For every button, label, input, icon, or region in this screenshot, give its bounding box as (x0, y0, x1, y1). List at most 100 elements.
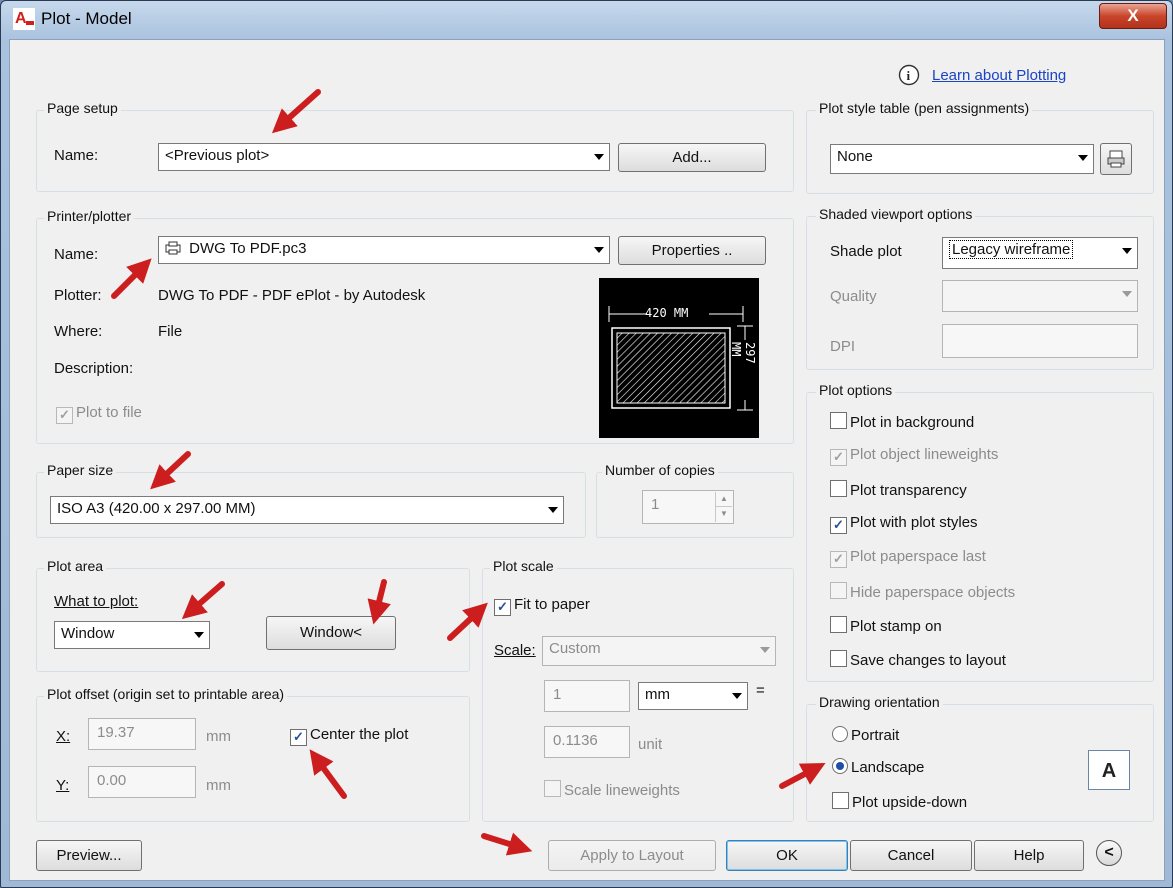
checkbox-unchecked-icon (830, 412, 847, 429)
portrait-label: Portrait (851, 727, 900, 744)
paper-size-dropdown[interactable]: ISO A3 (420.00 x 297.00 MM) (50, 496, 564, 524)
page-setup-name-value: <Previous plot> (165, 147, 270, 164)
plot-option-checkbox[interactable]: ✓ Plot with plot styles (830, 514, 978, 534)
quality-dropdown[interactable] (942, 280, 1138, 312)
checkbox-checked-icon: ✓ (494, 599, 511, 616)
preview-height-label: 297 MM (729, 342, 757, 364)
plot-area-group (36, 568, 470, 672)
copies-value: 1 (651, 496, 660, 513)
shaded-viewport-legend: Shaded viewport options (816, 206, 976, 222)
spinner-arrows-icon[interactable]: ▲ ▼ (715, 492, 732, 522)
where-value: File (158, 323, 183, 340)
page-setup-legend: Page setup (44, 100, 121, 116)
scale-dropdown[interactable]: Custom (542, 636, 776, 666)
where-label: Where: (54, 323, 103, 340)
orientation-preview-letter: A (1101, 760, 1117, 782)
cancel-button[interactable]: Cancel (850, 840, 972, 871)
checkbox-checked-icon: ✓ (56, 407, 73, 424)
offset-y-input[interactable]: 0.00 (88, 766, 196, 798)
scale-paper-units-input[interactable]: 1 (544, 680, 630, 712)
scale-units-dropdown[interactable]: mm (638, 682, 748, 710)
chevron-down-icon (732, 693, 742, 699)
shade-plot-label: Shade plot (830, 243, 902, 260)
printer-properties-button[interactable]: Properties .. (618, 236, 766, 265)
plot-option-label: Hide paperspace objects (850, 584, 1016, 601)
plotter-value: DWG To PDF - PDF ePlot - by Autodesk (158, 287, 426, 304)
chevron-down-icon (594, 154, 604, 160)
checkbox-unchecked-icon (830, 480, 847, 497)
scale-unit-label: unit (638, 736, 663, 753)
plot-option-label: Plot in background (850, 414, 975, 431)
chevron-down-icon (1078, 155, 1088, 161)
plot-to-file-label: Plot to file (76, 404, 142, 421)
plot-style-table-dropdown[interactable]: None (830, 144, 1094, 174)
plot-option-checkbox: ✓ Plot paperspace last (830, 548, 986, 568)
plot-area-legend: Plot area (44, 558, 107, 574)
landscape-radio[interactable]: Landscape (832, 758, 924, 776)
printer-name-label: Name: (54, 246, 99, 263)
plot-option-checkbox: ✓ Plot object lineweights (830, 446, 998, 466)
window-select-button[interactable]: Window< (266, 616, 396, 650)
preview-width-label: 420 MM (645, 306, 689, 320)
apply-to-layout-button[interactable]: Apply to Layout (548, 840, 716, 871)
chevron-down-icon (1122, 291, 1132, 297)
portrait-radio[interactable]: Portrait (832, 726, 899, 744)
plot-option-checkbox[interactable]: Plot transparency (830, 480, 967, 499)
edit-plot-style-button[interactable] (1100, 143, 1132, 175)
paper-size-value: ISO A3 (420.00 x 297.00 MM) (57, 500, 256, 517)
collapse-options-button[interactable]: < (1096, 840, 1122, 866)
chevron-down-icon (760, 647, 770, 653)
close-button[interactable]: X (1099, 3, 1167, 29)
orientation-preview-icon: A (1088, 750, 1130, 790)
paper-preview: 420 MM 297 MM (599, 278, 759, 438)
center-plot-checkbox[interactable]: ✓ Center the plot (290, 726, 408, 746)
plot-option-label: Plot paperspace last (850, 548, 986, 565)
what-to-plot-dropdown[interactable]: Window (54, 621, 210, 649)
what-to-plot-label: What to plot: (54, 593, 139, 610)
quality-label: Quality (830, 288, 877, 305)
plot-options-legend: Plot options (816, 382, 896, 398)
scale-drawing-units-input[interactable]: 0.1136 (544, 726, 630, 758)
page-setup-name-dropdown[interactable]: <Previous plot> (158, 143, 610, 171)
checkbox-unchecked-icon (544, 780, 561, 797)
plotter-label: Plotter: (54, 287, 102, 304)
fit-to-paper-checkbox[interactable]: ✓ Fit to paper (494, 596, 590, 616)
plot-option-checkbox[interactable]: Save changes to layout (830, 650, 1006, 669)
add-page-setup-button[interactable]: Add... (618, 143, 766, 172)
plot-option-checkbox[interactable]: Plot in background (830, 412, 974, 431)
chevron-down-icon (194, 632, 204, 638)
plot-offset-group (36, 696, 470, 822)
checkbox-checked-icon: ✓ (830, 449, 847, 466)
plotter-icon (165, 241, 181, 255)
checkbox-checked-icon: ✓ (830, 517, 847, 534)
page-setup-name-label: Name: (54, 147, 99, 164)
shade-plot-value: Legacy wireframe (949, 240, 1074, 259)
scale-value: Custom (549, 640, 601, 657)
plot-option-label: Save changes to layout (850, 652, 1006, 669)
dialog-client-area: i Learn about Plotting Page setup Name: … (9, 39, 1165, 881)
svg-text:i: i (907, 68, 911, 83)
scale-label: Scale: (494, 642, 536, 659)
help-button[interactable]: Help (974, 840, 1084, 871)
printer-plotter-legend: Printer/plotter (44, 208, 135, 224)
copies-spinner[interactable]: 1 ▲ ▼ (642, 490, 734, 524)
learn-about-plotting-link[interactable]: Learn about Plotting (932, 67, 1066, 84)
offset-x-input[interactable]: 19.37 (88, 718, 196, 750)
fit-to-paper-label: Fit to paper (514, 596, 590, 613)
offset-y-unit: mm (206, 777, 231, 794)
offset-x-label: X: (56, 728, 71, 745)
edit-plot-style-icon (1107, 150, 1125, 168)
printer-name-dropdown[interactable]: DWG To PDF.pc3 (158, 236, 610, 264)
autocad-logo-icon: A (13, 8, 35, 30)
plot-upside-down-checkbox[interactable]: Plot upside-down (832, 792, 967, 811)
drawing-orientation-legend: Drawing orientation (816, 694, 943, 710)
plot-option-checkbox[interactable]: Plot stamp on (830, 616, 942, 635)
arrow-apply-to-layout (481, 832, 533, 856)
equals-sign: = (756, 682, 765, 699)
offset-x-unit: mm (206, 728, 231, 745)
preview-button[interactable]: Preview... (36, 840, 142, 871)
dpi-input[interactable] (942, 324, 1138, 358)
shade-plot-dropdown[interactable]: Legacy wireframe (942, 237, 1138, 269)
ok-button[interactable]: OK (726, 840, 848, 871)
checkbox-unchecked-icon (832, 792, 849, 809)
